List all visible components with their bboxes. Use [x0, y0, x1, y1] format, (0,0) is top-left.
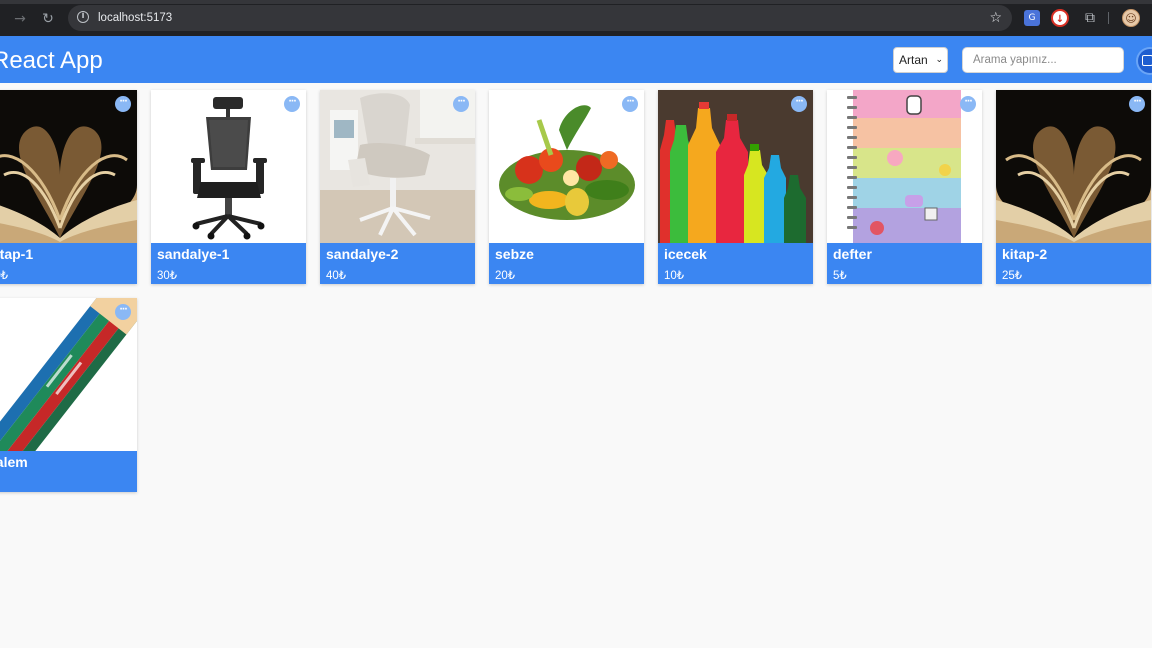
more-options-button[interactable]: ···: [791, 96, 807, 112]
product-name: sandalye-2: [326, 246, 399, 262]
product-image-vegetables: [489, 90, 644, 243]
more-options-button[interactable]: ···: [115, 304, 131, 320]
more-options-button[interactable]: ···: [453, 96, 469, 112]
product-caption: defter 5₺: [827, 243, 982, 284]
product-caption: kalem: [0, 451, 137, 492]
product-name: kitap-1: [0, 246, 34, 262]
product-card[interactable]: ··· icecek 10₺: [658, 90, 813, 284]
product-name: kitap-2: [1002, 246, 1048, 262]
chevron-down-icon: ⌄: [935, 55, 943, 65]
product-price: 20₺: [495, 270, 516, 282]
product-card[interactable]: ··· kalem: [0, 298, 137, 492]
search-input[interactable]: [962, 47, 1124, 73]
product-caption: sebze 20₺: [489, 243, 644, 284]
more-options-button[interactable]: ···: [622, 96, 638, 112]
sort-select[interactable]: Artan ⌄: [893, 47, 948, 73]
more-options-button[interactable]: ···: [284, 96, 300, 112]
product-name: kalem: [0, 454, 28, 470]
address-bar[interactable]: i localhost:5173 ☆: [68, 5, 1012, 31]
product-price: 5₺: [833, 270, 847, 282]
translate-extension-icon[interactable]: G: [1024, 10, 1040, 26]
product-caption: kitap-2 25₺: [996, 243, 1151, 284]
product-card[interactable]: ··· sandalye-2 40₺: [320, 90, 475, 284]
product-caption: icecek 10₺: [658, 243, 813, 284]
cart-icon: [1142, 55, 1152, 66]
sort-selected-value: Artan: [899, 53, 928, 67]
product-name: sebze: [495, 246, 534, 262]
product-name: defter: [833, 246, 872, 262]
product-name: icecek: [664, 246, 707, 262]
product-image-office-chair: [151, 90, 306, 243]
info-icon[interactable]: i: [77, 11, 89, 23]
forward-arrow-icon[interactable]: →: [10, 9, 30, 29]
product-card[interactable]: ··· sandalye-1 30₺: [151, 90, 306, 284]
product-card[interactable]: ··· sebze 20₺: [489, 90, 644, 284]
product-image-open-book: [0, 90, 137, 243]
product-image-open-book: [996, 90, 1151, 243]
app-header: React App Artan ⌄: [0, 36, 1152, 83]
product-card[interactable]: ··· kitap-2 25₺: [996, 90, 1151, 284]
extension-icon[interactable]: ↓: [1051, 9, 1069, 27]
toolbar-divider: [1108, 12, 1109, 24]
reload-icon[interactable]: ↻: [38, 9, 58, 29]
product-caption: kitap-1 30₺: [0, 243, 137, 284]
product-image-pastel-notebook: [827, 90, 982, 243]
browser-toolbar: → ↻ i localhost:5173 ☆ G ↓ ⧉ ☺: [0, 0, 1152, 36]
product-card[interactable]: ··· kitap-1 30₺: [0, 90, 137, 284]
product-price: 40₺: [326, 270, 347, 282]
product-price: 10₺: [664, 270, 685, 282]
product-name: sandalye-1: [157, 246, 230, 262]
product-price: 30₺: [157, 270, 178, 282]
product-caption: sandalye-1 30₺: [151, 243, 306, 284]
tab-strip-edge: [0, 0, 1152, 4]
more-options-button[interactable]: ···: [1129, 96, 1145, 112]
more-options-button[interactable]: ···: [115, 96, 131, 112]
product-price: 30₺: [0, 270, 9, 282]
puzzle-icon[interactable]: ⧉: [1081, 9, 1099, 27]
product-caption: sandalye-2 40₺: [320, 243, 475, 284]
more-options-button[interactable]: ···: [960, 96, 976, 112]
product-card[interactable]: ··· defter 5₺: [827, 90, 982, 284]
address-url[interactable]: localhost:5173: [98, 5, 172, 31]
product-image-soda-bottles: [658, 90, 813, 243]
star-icon[interactable]: ☆: [989, 8, 1002, 28]
cart-button[interactable]: [1138, 49, 1152, 73]
product-image-pencils: [0, 298, 137, 451]
app-title: React App: [0, 47, 103, 74]
product-price: 25₺: [1002, 270, 1023, 282]
profile-avatar[interactable]: ☺: [1122, 9, 1140, 27]
product-image-white-chair: [320, 90, 475, 243]
